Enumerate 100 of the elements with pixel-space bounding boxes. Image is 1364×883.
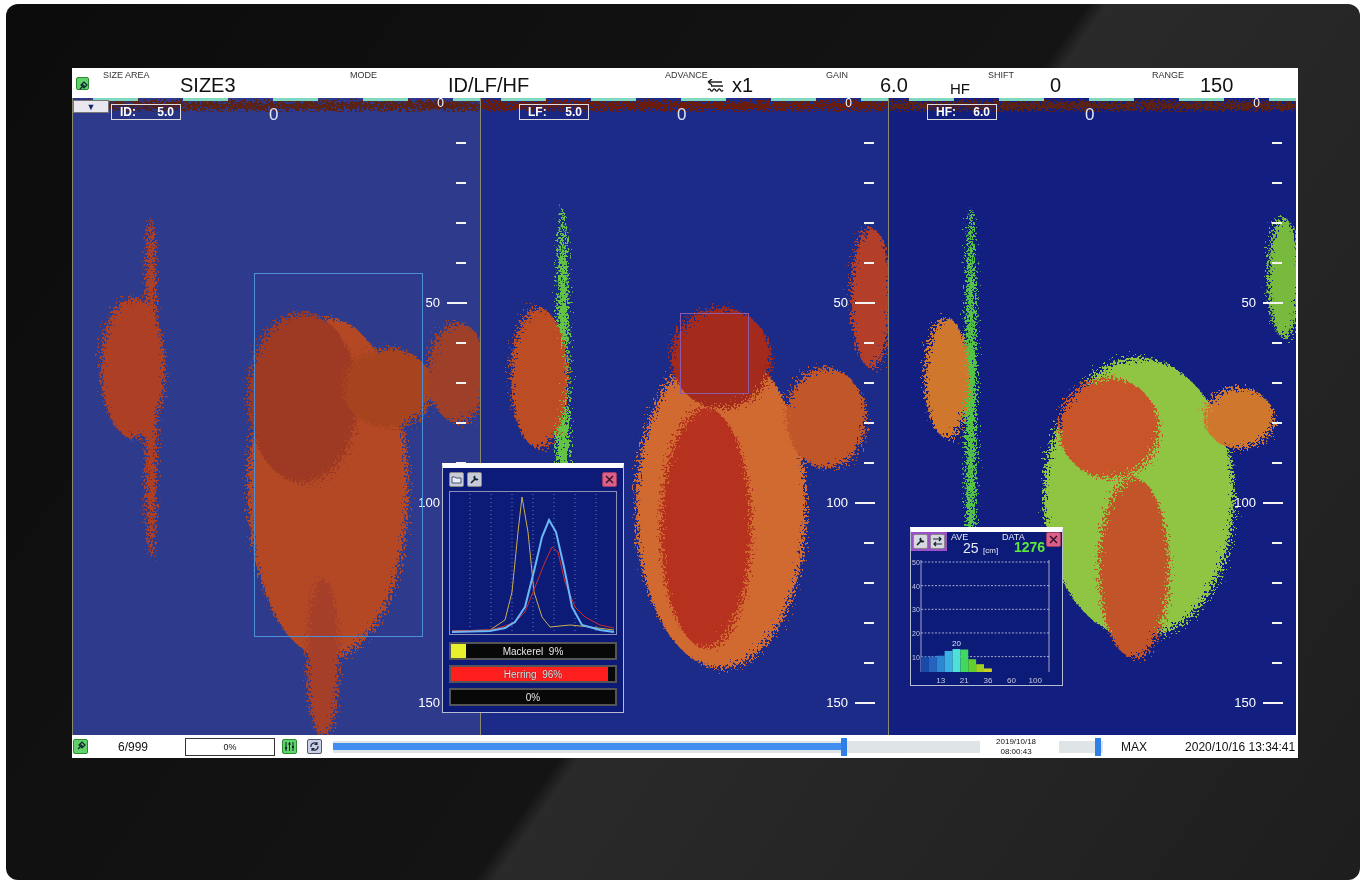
setting-label: RANGE [1152, 70, 1184, 80]
progress-field: 0% [185, 737, 276, 756]
depth-tick [456, 342, 466, 344]
speed-label: MAX [1121, 739, 1148, 754]
depth-tick [855, 702, 875, 704]
histogram-bar [944, 650, 953, 672]
pin-icon[interactable] [76, 77, 89, 90]
setting-value: SIZE3 [180, 74, 236, 96]
depth-tick [864, 342, 874, 344]
setting-label: SIZE AREA [103, 70, 150, 80]
channel-name: ID: [120, 105, 136, 119]
record-date: 2019/10/18 [996, 736, 1037, 747]
depth-tick [1272, 222, 1282, 224]
histogram-bar [952, 649, 961, 672]
axis-tick-label: 60 [1007, 676, 1016, 685]
folder-icon[interactable] [449, 471, 464, 487]
depth-tick [447, 302, 467, 304]
depth-tick [1263, 502, 1283, 504]
depth-label: 150 [1234, 696, 1256, 710]
speed-slider[interactable] [1059, 740, 1104, 753]
channel-name: HF: [936, 105, 956, 119]
wrench-icon[interactable] [467, 471, 482, 487]
depth-tick [864, 262, 874, 264]
depth-zero-label: 0 [845, 98, 852, 110]
depth-tick [1263, 702, 1283, 704]
depth-tick [864, 582, 874, 584]
depth-tick [1272, 382, 1282, 384]
center-marker: 0 [677, 106, 687, 123]
depth-label: 100 [1234, 496, 1256, 510]
axis-tick-label: 100 [1028, 676, 1042, 685]
setting-value: ID/LF/HF [448, 74, 530, 96]
setting-value: 150 [1200, 74, 1234, 96]
depth-tick [1272, 462, 1282, 464]
setting-value: x1 [732, 74, 754, 96]
depth-label: 50 [425, 296, 440, 310]
depth-tick [864, 142, 874, 144]
depth-tick [456, 182, 466, 184]
close-icon[interactable] [1046, 532, 1061, 547]
pin-icon[interactable] [73, 739, 88, 754]
depth-label: 150 [826, 696, 848, 710]
wrench-icon[interactable] [913, 534, 928, 549]
unit-label: [cm] [983, 546, 999, 555]
depth-label: 50 [1241, 296, 1256, 310]
center-marker: 0 [269, 106, 279, 123]
record-time: 08:00:43 [1000, 746, 1032, 757]
depth-tick [456, 382, 466, 384]
histogram-bar [936, 655, 945, 672]
axis-tick-label: 21 [959, 676, 969, 685]
depth-label: 100 [826, 496, 848, 510]
species-bar-label: Herring 96% [503, 668, 563, 680]
setting-label: GAIN [826, 70, 848, 80]
frame-counter: 6/999 [118, 739, 149, 754]
setting-label: SHIFT [988, 70, 1014, 80]
depth-tick [864, 182, 874, 184]
depth-label: 50 [833, 296, 848, 310]
setting-label: MODE [350, 70, 377, 80]
depth-label: 150 [418, 696, 440, 710]
slider-thumb[interactable] [841, 737, 848, 756]
depth-tick [1272, 422, 1282, 424]
depth-tick [864, 622, 874, 624]
setting-value: 6.0 [880, 74, 908, 96]
slider-thumb[interactable] [1094, 737, 1101, 756]
species-bar-label: Mackerel 9% [502, 645, 564, 657]
channel-name: LF: [528, 105, 547, 119]
depth-zero-label: 0 [437, 98, 444, 110]
loop-icon[interactable] [307, 739, 323, 754]
depth-tick [864, 462, 874, 464]
data-label: DATA [1002, 532, 1025, 542]
depth-tick [864, 382, 874, 384]
species-bar-label: 0% [525, 691, 541, 703]
depth-tick [1272, 142, 1282, 144]
depth-tick [1272, 622, 1282, 624]
view-menu-button[interactable]: ▼ [73, 100, 109, 113]
histogram-bar [928, 656, 937, 672]
depth-tick [864, 222, 874, 224]
depth-tick [1272, 662, 1282, 664]
swap-arrows-icon[interactable] [930, 534, 945, 549]
depth-tick [1272, 262, 1282, 264]
axis-tick-label: 13 [936, 676, 946, 685]
axis-tick-label: 36 [983, 676, 993, 685]
close-icon[interactable] [602, 471, 617, 487]
depth-tick [1272, 182, 1282, 184]
depth-tick [1272, 342, 1282, 344]
depth-tick [456, 422, 466, 424]
gain-value: 5.0 [565, 105, 582, 119]
depth-tick [864, 662, 874, 664]
average-value: 25 [963, 540, 979, 556]
setting-value: 0 [1050, 74, 1062, 96]
equalizer-icon[interactable] [282, 739, 298, 754]
setting-label: ADVANCE [665, 70, 708, 80]
depth-tick [456, 222, 466, 224]
depth-tick [864, 422, 874, 424]
bar-value-label: 20 [952, 639, 961, 649]
average-label: AVE [951, 532, 969, 542]
center-marker: 0 [1085, 106, 1095, 123]
playback-slider[interactable] [333, 740, 981, 753]
depth-tick [1272, 582, 1282, 584]
depth-tick [1263, 302, 1283, 304]
data-count: 1276 [1014, 539, 1046, 555]
gain-value: 5.0 [157, 105, 174, 119]
